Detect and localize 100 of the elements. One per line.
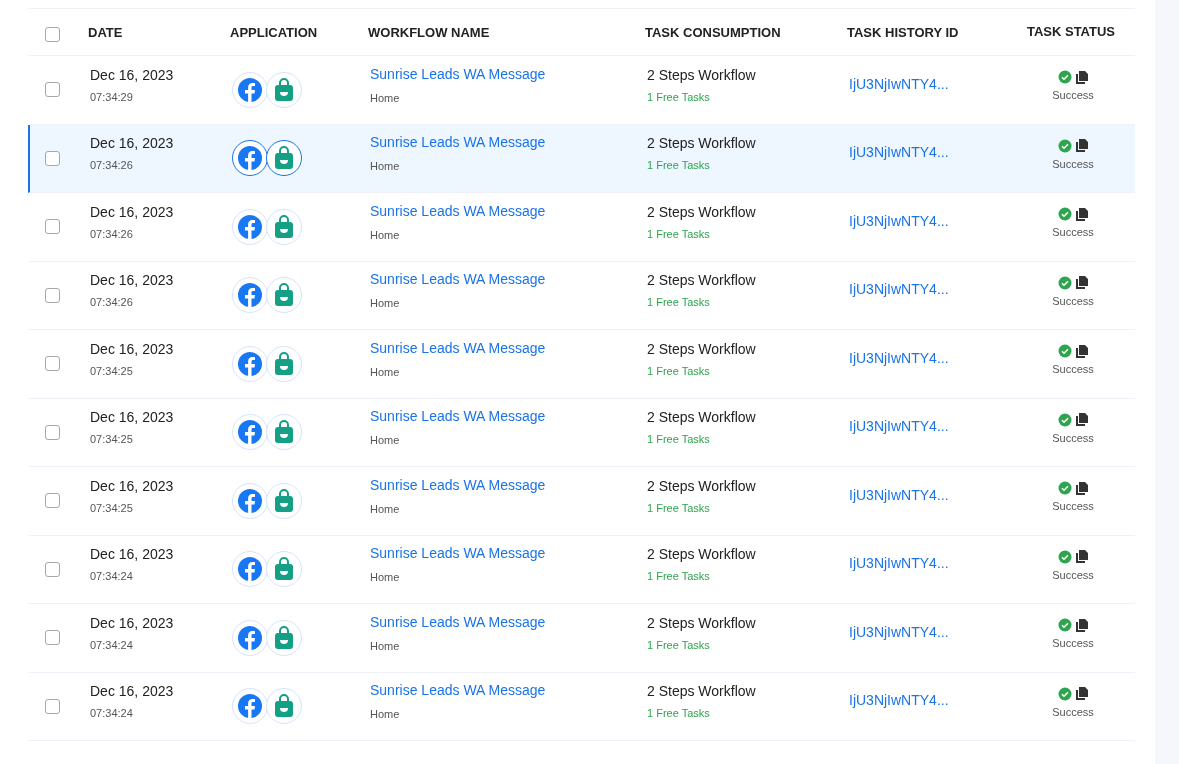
checkbox[interactable] bbox=[45, 82, 60, 98]
bag-icon bbox=[266, 688, 302, 725]
workflow-link[interactable]: Sunrise Leads WA Message bbox=[370, 474, 546, 496]
free-tasks-text: 1 Free Tasks bbox=[647, 89, 710, 105]
folder-text: Home bbox=[370, 433, 400, 448]
task-history-link[interactable]: IjU3NjIwNTY4... bbox=[849, 418, 949, 435]
bag-icon bbox=[266, 345, 302, 382]
date-text: Dec 16, 2023 bbox=[90, 339, 175, 359]
workflow-link[interactable]: Sunrise Leads WA Message bbox=[370, 132, 546, 153]
facebook-icon bbox=[232, 208, 268, 245]
time-text: 07:34:29 bbox=[90, 89, 134, 105]
copy-icon[interactable] bbox=[1076, 687, 1088, 700]
date-text: Dec 16, 2023 bbox=[90, 545, 175, 564]
task-history-link[interactable]: IjU3NjIwNTY4... bbox=[849, 144, 949, 161]
free-tasks-text: 1 Free Tasks bbox=[647, 569, 710, 584]
table-row[interactable]: Dec 16, 2023 07:34:26 Sunrise Leads WA Message Home 2 Steps Workflow 1 Free Tasks IjU3NjIwNTY4... Success bbox=[28, 124, 1135, 193]
success-check-icon bbox=[1058, 412, 1072, 427]
consumption-text: 2 Steps Workflow bbox=[647, 545, 756, 564]
date-text: Dec 16, 2023 bbox=[90, 271, 175, 290]
copy-icon[interactable] bbox=[1076, 276, 1088, 289]
folder-text: Home bbox=[370, 364, 400, 380]
status-text: Success bbox=[1052, 704, 1094, 720]
consumption-text: 2 Steps Workflow bbox=[647, 339, 756, 359]
workflow-link[interactable]: Sunrise Leads WA Message bbox=[370, 680, 546, 701]
copy-icon[interactable] bbox=[1076, 550, 1088, 563]
copy-icon[interactable] bbox=[1076, 139, 1088, 152]
column-header: TASK HISTORY ID bbox=[847, 25, 959, 40]
task-history-link[interactable]: IjU3NjIwNTY4... bbox=[849, 486, 949, 503]
task-history-link[interactable]: IjU3NjIwNTY4... bbox=[849, 555, 949, 572]
date-text: Dec 16, 2023 bbox=[90, 65, 175, 85]
checkbox[interactable] bbox=[45, 493, 60, 509]
folder-text: Home bbox=[370, 638, 400, 654]
checkbox[interactable] bbox=[45, 287, 60, 303]
bag-icon bbox=[266, 619, 302, 656]
checkbox[interactable] bbox=[45, 26, 60, 42]
success-check-icon bbox=[1058, 207, 1072, 221]
bag-icon bbox=[266, 482, 302, 519]
facebook-icon bbox=[232, 140, 268, 177]
task-history-link[interactable]: IjU3NjIwNTY4... bbox=[849, 212, 949, 229]
workflow-link[interactable]: Sunrise Leads WA Message bbox=[370, 200, 546, 222]
workflow-link[interactable]: Sunrise Leads WA Message bbox=[370, 337, 546, 359]
workflow-link[interactable]: Sunrise Leads WA Message bbox=[370, 611, 546, 633]
consumption-text: 2 Steps Workflow bbox=[647, 682, 756, 701]
success-check-icon bbox=[1058, 275, 1072, 290]
time-text: 07:34:25 bbox=[90, 432, 134, 447]
free-tasks-text: 1 Free Tasks bbox=[647, 637, 710, 653]
consumption-text: 2 Steps Workflow bbox=[647, 202, 756, 222]
workflow-link[interactable]: Sunrise Leads WA Message bbox=[370, 406, 546, 427]
time-text: 07:34:26 bbox=[90, 226, 134, 242]
checkbox[interactable] bbox=[45, 698, 60, 714]
consumption-text: 2 Steps Workflow bbox=[647, 613, 756, 633]
bag-icon bbox=[266, 414, 302, 451]
folder-text: Home bbox=[370, 159, 400, 174]
task-history-link[interactable]: IjU3NjIwNTY4... bbox=[849, 75, 949, 92]
date-text: Dec 16, 2023 bbox=[90, 613, 175, 633]
time-text: 07:34:26 bbox=[90, 295, 134, 310]
checkbox[interactable] bbox=[45, 219, 60, 235]
workflow-link[interactable]: Sunrise Leads WA Message bbox=[370, 543, 546, 564]
facebook-icon bbox=[232, 688, 268, 725]
task-history-link[interactable]: IjU3NjIwNTY4... bbox=[849, 692, 949, 709]
task-history-link[interactable]: IjU3NjIwNTY4... bbox=[849, 281, 949, 298]
facebook-icon bbox=[232, 482, 268, 519]
status-text: Success bbox=[1052, 567, 1094, 583]
facebook-icon bbox=[232, 277, 268, 314]
workflow-link[interactable]: Sunrise Leads WA Message bbox=[370, 269, 546, 290]
column-header: TASK CONSUMPTION bbox=[645, 25, 781, 40]
folder-text: Home bbox=[370, 227, 400, 243]
time-text: 07:34:25 bbox=[90, 363, 134, 379]
consumption-text: 2 Steps Workflow bbox=[647, 271, 756, 290]
bag-icon bbox=[266, 277, 302, 314]
bag-icon bbox=[266, 140, 302, 177]
success-check-icon bbox=[1058, 481, 1072, 495]
checkbox[interactable] bbox=[45, 356, 60, 372]
success-check-icon bbox=[1058, 549, 1072, 564]
copy-icon[interactable] bbox=[1076, 207, 1088, 221]
time-text: 07:34:24 bbox=[90, 706, 134, 721]
copy-icon[interactable] bbox=[1076, 618, 1088, 632]
status-text: Success bbox=[1052, 499, 1094, 514]
checkbox[interactable] bbox=[45, 150, 60, 166]
status-text: Success bbox=[1052, 156, 1094, 172]
workflow-link[interactable]: Sunrise Leads WA Message bbox=[370, 63, 546, 85]
status-text: Success bbox=[1052, 362, 1094, 377]
checkbox[interactable] bbox=[45, 561, 60, 577]
folder-text: Home bbox=[370, 707, 400, 722]
task-history-link[interactable]: IjU3NjIwNTY4... bbox=[849, 349, 949, 366]
date-text: Dec 16, 2023 bbox=[90, 682, 175, 701]
consumption-text: 2 Steps Workflow bbox=[647, 65, 756, 85]
facebook-icon bbox=[232, 551, 268, 588]
checkbox[interactable] bbox=[45, 424, 60, 440]
task-history-link[interactable]: IjU3NjIwNTY4... bbox=[849, 623, 949, 640]
copy-icon[interactable] bbox=[1076, 70, 1088, 84]
folder-text: Home bbox=[370, 296, 400, 311]
free-tasks-text: 1 Free Tasks bbox=[647, 500, 710, 516]
copy-icon[interactable] bbox=[1076, 481, 1088, 495]
copy-icon[interactable] bbox=[1076, 344, 1088, 358]
consumption-text: 2 Steps Workflow bbox=[647, 476, 756, 496]
checkbox[interactable] bbox=[45, 630, 60, 646]
status-text: Success bbox=[1052, 430, 1094, 446]
copy-icon[interactable] bbox=[1076, 413, 1088, 426]
time-text: 07:34:25 bbox=[90, 500, 134, 516]
